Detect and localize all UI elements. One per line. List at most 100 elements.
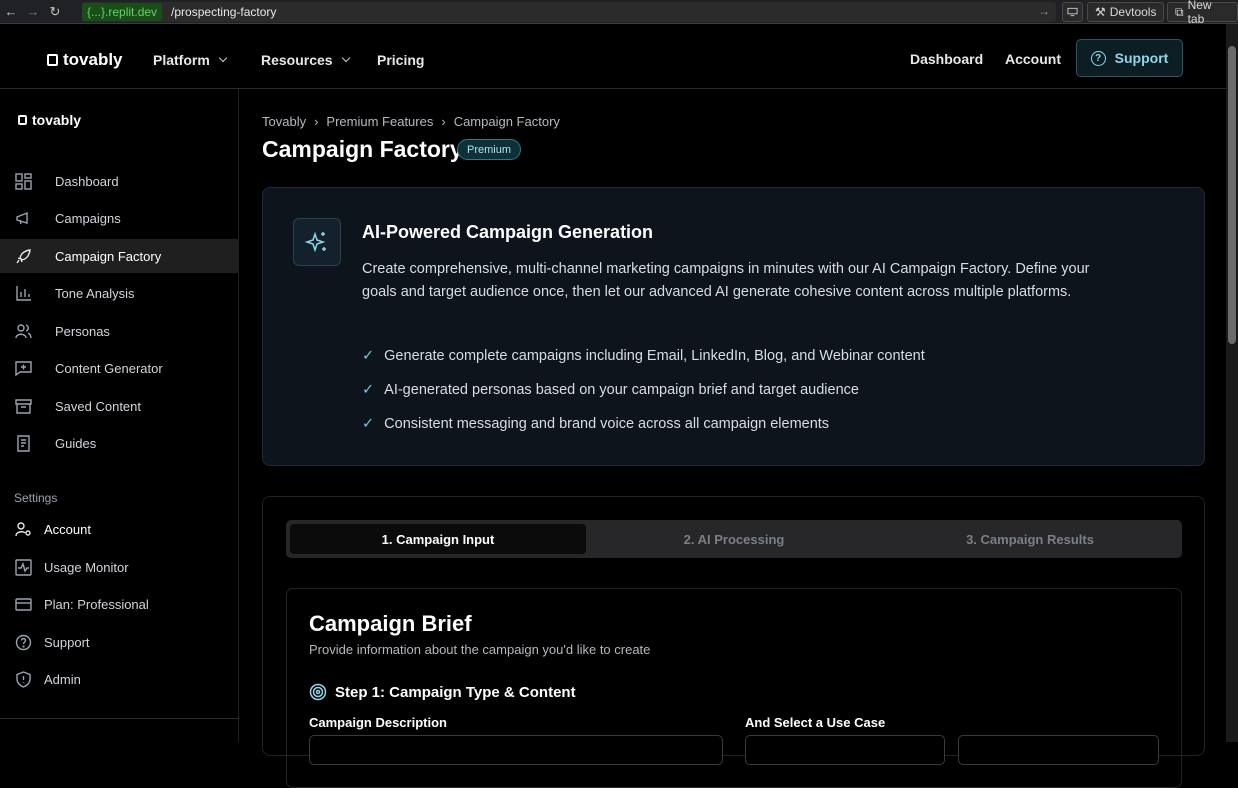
nav-resources[interactable]: Resources: [261, 52, 350, 68]
nav-dashboard-label: Dashboard: [910, 51, 984, 67]
support-label: Support: [1114, 50, 1169, 66]
sidebar-logo-text: tovably: [32, 112, 82, 128]
target-icon: [309, 683, 327, 701]
feature-text: Consistent messaging and brand voice acr…: [384, 416, 830, 432]
message-plus-icon: [15, 360, 32, 376]
new-tab-button[interactable]: ⧉ New tab: [1167, 0, 1238, 26]
breadcrumb-chevron-icon: ›: [441, 114, 446, 129]
sidebar-item-tone-analysis[interactable]: Tone Analysis: [0, 276, 239, 310]
campaign-brief-card: Campaign Brief Provide information about…: [286, 588, 1182, 788]
activity-icon: [15, 558, 32, 576]
new-tab-label: New tab: [1187, 0, 1212, 26]
feature-bullet: ✓ Consistent messaging and brand voice ac…: [362, 416, 829, 432]
chevron-down-icon: [341, 53, 350, 63]
nav-resources-label: Resources: [261, 52, 333, 68]
sidebar-item-label: Support: [44, 634, 90, 650]
step-heading: Step 1: Campaign Type & Content: [309, 683, 576, 701]
help-circle-icon: [15, 634, 32, 650]
devtools-button[interactable]: ⚒ Devtools: [1087, 2, 1165, 22]
brief-subtitle: Provide information about the campaign y…: [309, 642, 651, 657]
scrollbar-thumb[interactable]: [1228, 46, 1236, 344]
page-title: Campaign Factory: [262, 136, 463, 162]
hero-description: Create comprehensive, multi-channel mark…: [362, 261, 1090, 300]
breadcrumb-item: Campaign Factory: [453, 114, 560, 129]
nav-platform[interactable]: Platform: [153, 52, 228, 68]
support-button[interactable]: ? Support: [1076, 39, 1183, 77]
sidebar-item-account[interactable]: Account: [0, 512, 239, 546]
use-case-select[interactable]: [745, 735, 945, 765]
use-case-secondary-select[interactable]: [958, 735, 1159, 765]
external-link-icon: ⧉: [1175, 4, 1184, 19]
sidebar-item-label: Dashboard: [55, 173, 119, 189]
back-icon[interactable]: ←: [0, 0, 22, 24]
campaign-form-card: 1. Campaign Input 2. AI Processing 3. Ca…: [262, 496, 1205, 788]
nav-pricing[interactable]: Pricing: [377, 52, 424, 68]
feature-bullet: ✓ AI-generated personas based on your cam…: [362, 382, 859, 398]
url-host: {...}.replit.dev: [82, 3, 163, 21]
sidebar-item-saved-content[interactable]: Saved Content: [0, 389, 239, 423]
feature-bullet: ✓ Generate complete campaigns including E…: [362, 348, 925, 364]
breadcrumb-item[interactable]: Premium Features: [326, 114, 433, 129]
monitor-icon[interactable]: [1062, 2, 1083, 22]
check-icon: ✓: [362, 416, 375, 432]
sidebar-logo[interactable]: tovably: [18, 112, 81, 128]
users-icon: [15, 323, 32, 338]
campaign-description-label: Campaign Description: [309, 715, 447, 730]
help-circle-icon: ?: [1090, 50, 1106, 66]
forward-icon[interactable]: →: [22, 0, 44, 24]
devtools-label: Devtools: [1109, 5, 1157, 19]
sidebar-item-label: Admin: [44, 671, 81, 687]
user-cog-icon: [15, 521, 31, 536]
tab-ai-processing[interactable]: 2. AI Processing: [586, 524, 882, 554]
browser-toolbar: ← → ↻ {...}.replit.dev /prospecting-fact…: [0, 0, 1238, 26]
sidebar-item-support[interactable]: Support: [0, 625, 239, 659]
page-scrollbar[interactable]: [1226, 24, 1238, 742]
sidebar-item-plan[interactable]: Plan: Professional: [0, 587, 239, 621]
sidebar-item-campaigns[interactable]: Campaigns: [0, 201, 239, 235]
sidebar-item-content-generator[interactable]: Content Generator: [0, 351, 239, 385]
sidebar-item-label: Campaigns: [55, 210, 121, 226]
nav-pricing-label: Pricing: [377, 52, 425, 68]
archive-icon: [15, 398, 32, 414]
brief-title: Campaign Brief: [309, 611, 472, 636]
hero-card: AI-Powered Campaign Generation Create co…: [262, 187, 1205, 466]
go-arrow-icon[interactable]: →: [1038, 4, 1050, 18]
campaign-description-input[interactable]: [309, 735, 723, 765]
top-logo[interactable]: tovably: [47, 50, 123, 70]
feature-text: AI-generated personas based on your camp…: [384, 382, 859, 398]
sidebar-item-usage-monitor[interactable]: Usage Monitor: [0, 550, 239, 584]
step-title: Step 1: Campaign Type & Content: [335, 683, 576, 701]
megaphone-icon: [16, 211, 28, 224]
reload-icon[interactable]: ↻: [44, 0, 66, 24]
breadcrumb-item[interactable]: Tovably: [262, 114, 306, 129]
sidebar-divider: [0, 718, 239, 719]
sidebar-item-dashboard[interactable]: Dashboard: [0, 164, 239, 198]
tab-campaign-input[interactable]: 1. Campaign Input: [290, 524, 586, 554]
sidebar-item-label: Campaign Factory: [55, 248, 162, 264]
sidebar-item-guides[interactable]: Guides: [0, 426, 239, 460]
check-icon: ✓: [362, 382, 375, 398]
sidebar-item-personas[interactable]: Personas: [0, 314, 239, 348]
rocket-icon: [16, 248, 31, 263]
top-nav: tovably Platform Resources Pricing Dashb…: [0, 24, 1226, 89]
use-case-label: And Select a Use Case: [745, 715, 886, 730]
nav-dashboard[interactable]: Dashboard: [910, 51, 983, 67]
premium-badge: Premium: [457, 139, 522, 160]
book-icon: [17, 434, 30, 452]
sidebar-item-campaign-factory[interactable]: Campaign Factory: [0, 239, 239, 273]
logo-square-icon: [47, 54, 58, 66]
tab-campaign-results[interactable]: 3. Campaign Results: [882, 524, 1178, 554]
sidebar: tovably Dashboard Campaigns Campaign Fac…: [0, 89, 239, 742]
sidebar-item-admin[interactable]: Admin: [0, 662, 239, 696]
nav-account[interactable]: Account: [1005, 51, 1061, 67]
feature-text: Generate complete campaigns including Em…: [384, 348, 925, 364]
sidebar-item-label: Guides: [55, 435, 97, 451]
address-bar[interactable]: {...}.replit.dev /prospecting-factory →: [82, 2, 1056, 22]
bar-chart-icon: [16, 285, 31, 301]
sidebar-item-label: Content Generator: [55, 360, 163, 376]
check-icon: ✓: [362, 348, 375, 364]
url-path: /prospecting-factory: [171, 5, 277, 19]
breadcrumb-chevron-icon: ›: [314, 114, 319, 129]
step-tabs: 1. Campaign Input 2. AI Processing 3. Ca…: [286, 520, 1182, 558]
wrench-icon: ⚒: [1095, 5, 1106, 19]
